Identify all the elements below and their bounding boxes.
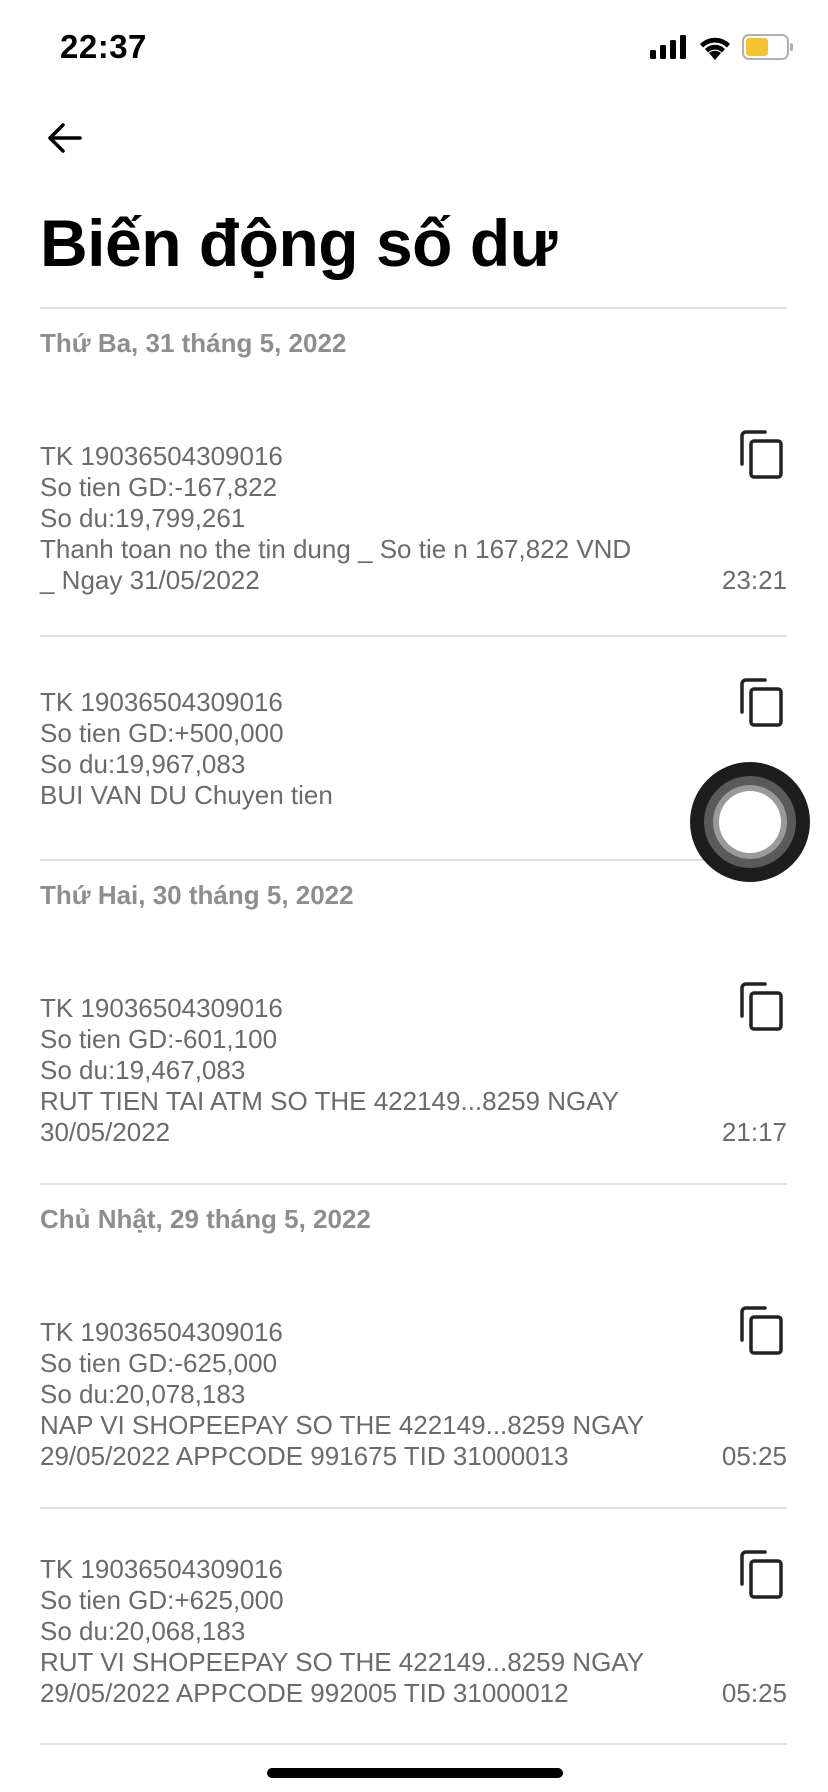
- home-indicator[interactable]: [267, 1768, 563, 1778]
- balance: So du:19,467,083: [40, 1055, 246, 1085]
- page-title: Biến động số dư: [40, 206, 557, 280]
- balance: So du:20,068,183: [40, 1616, 246, 1646]
- transaction-item[interactable]: TK 19036504309016 So tien GD:-167,822 So…: [40, 391, 787, 635]
- status-time: 22:37: [60, 28, 147, 65]
- description-line: BUI VAN DU Chuyen tien: [40, 780, 333, 810]
- account-number: TK 19036504309016: [40, 441, 283, 471]
- assistive-touch-ring-inner: [713, 785, 787, 859]
- description-line: 29/05/2022 APPCODE 991675 TID 31000013: [40, 1441, 569, 1471]
- transaction-amount: So tien GD:+625,000: [40, 1585, 284, 1615]
- date-header: Thứ Ba, 31 tháng 5, 2022: [40, 328, 347, 358]
- transaction-amount: So tien GD:-625,000: [40, 1348, 278, 1378]
- assistive-touch-ring: [704, 776, 796, 868]
- transaction-amount: So tien GD:-167,822: [40, 472, 278, 502]
- account-number: TK 19036504309016: [40, 993, 283, 1023]
- balance: So du:20,078,183: [40, 1379, 246, 1409]
- transaction-time: 05:25: [721, 1441, 787, 1471]
- description-line: _ Ngay 31/05/2022: [40, 565, 260, 595]
- transaction-item[interactable]: TK 19036504309016 So tien GD:-601,100 So…: [40, 943, 787, 1183]
- transaction-details: TK 19036504309016 So tien GD:+500,000 So…: [40, 637, 787, 811]
- balance: So du:19,799,261: [40, 503, 246, 533]
- copy-button[interactable]: [737, 677, 787, 729]
- assistive-touch-core: [719, 791, 781, 853]
- copy-button[interactable]: [737, 1305, 787, 1357]
- copy-icon: [740, 1550, 783, 1599]
- description-line: 30/05/2022: [40, 1117, 171, 1147]
- copy-icon: [740, 1306, 783, 1355]
- wifi-icon: [700, 37, 730, 60]
- status-icons: [650, 34, 794, 60]
- transaction-item[interactable]: TK 19036504309016 So tien GD:+625,000 So…: [40, 1509, 787, 1743]
- assistive-touch-button[interactable]: [690, 762, 810, 882]
- date-header: Chủ Nhật, 29 tháng 5, 2022: [40, 1204, 371, 1234]
- description-line: 29/05/2022 APPCODE 992005 TID 31000012: [40, 1678, 569, 1708]
- status-bar: 22:37: [0, 0, 828, 96]
- transaction-time: 23:21: [721, 565, 787, 595]
- divider: [40, 1743, 787, 1745]
- arrow-left-icon: [48, 123, 82, 153]
- transaction-time: 05:25: [721, 1678, 787, 1708]
- description-line: Thanh toan no the tin dung _ So tie n 16…: [40, 534, 632, 564]
- transaction-details: TK 19036504309016 So tien GD:-625,000 So…: [40, 1267, 787, 1472]
- copy-button[interactable]: [737, 1549, 787, 1601]
- transaction-details: TK 19036504309016 So tien GD:-167,822 So…: [40, 391, 787, 596]
- transaction-details: TK 19036504309016 So tien GD:-601,100 So…: [40, 943, 787, 1148]
- transaction-list: Thứ Ba, 31 tháng 5, 2022 TK 190365043090…: [40, 307, 787, 1745]
- transaction-time: 21:17: [721, 1117, 787, 1147]
- copy-icon: [740, 982, 783, 1031]
- account-number: TK 19036504309016: [40, 1317, 283, 1347]
- transaction-amount: So tien GD:-601,100: [40, 1024, 278, 1054]
- account-number: TK 19036504309016: [40, 687, 283, 717]
- copy-icon: [740, 678, 783, 727]
- transaction-item[interactable]: TK 19036504309016 So tien GD:+500,000 So…: [40, 637, 787, 859]
- description-line: NAP VI SHOPEEPAY SO THE 422149...8259 NG…: [40, 1410, 645, 1440]
- description-line: RUT TIEN TAI ATM SO THE 422149...8259 NG…: [40, 1086, 619, 1116]
- transaction-item[interactable]: TK 19036504309016 So tien GD:-625,000 So…: [40, 1267, 787, 1507]
- back-button[interactable]: [38, 112, 90, 164]
- balance: So du:19,967,083: [40, 749, 246, 779]
- copy-button[interactable]: [737, 981, 787, 1033]
- transaction-details: TK 19036504309016 So tien GD:+625,000 So…: [40, 1509, 787, 1709]
- transaction-amount: So tien GD:+500,000: [40, 718, 284, 748]
- copy-button[interactable]: [737, 429, 787, 481]
- description-line: RUT VI SHOPEEPAY SO THE 422149...8259 NG…: [40, 1647, 645, 1677]
- copy-icon: [740, 430, 783, 479]
- account-number: TK 19036504309016: [40, 1554, 283, 1584]
- date-header: Thứ Hai, 30 tháng 5, 2022: [40, 880, 354, 910]
- battery-icon: [742, 34, 793, 60]
- cellular-signal-icon: [650, 35, 686, 59]
